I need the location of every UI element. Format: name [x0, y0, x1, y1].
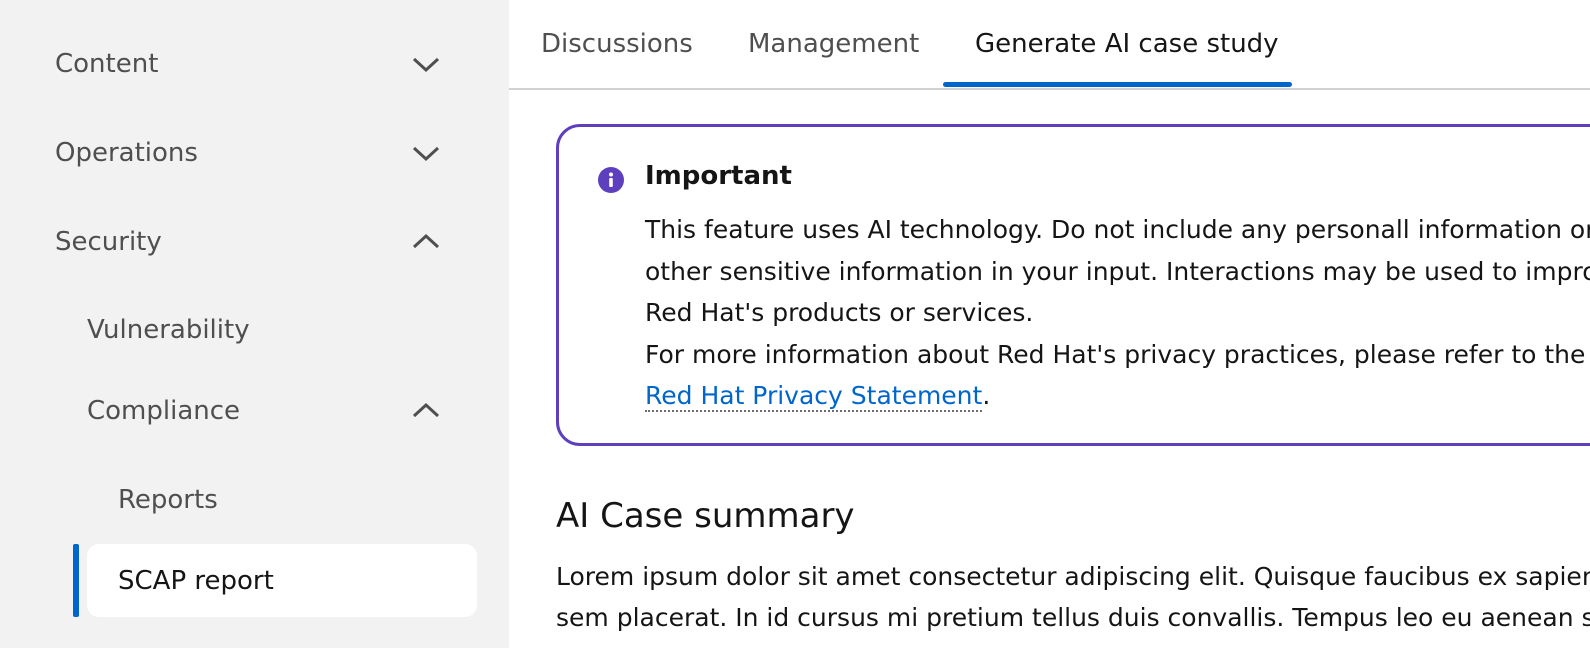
sidebar-item-operations[interactable]: Operations [0, 123, 509, 183]
sidebar-item-vulnerability[interactable]: Vulnerability [0, 300, 509, 360]
chevron-up-icon [410, 232, 442, 252]
alert-link-line: Red Hat Privacy Statement. [645, 375, 1590, 417]
tab-label: Generate AI case study [975, 29, 1279, 59]
sidebar-nav: Content Operations Security Vulnerabilit… [0, 0, 509, 648]
alert-link-suffix: . [982, 381, 991, 410]
privacy-statement-link[interactable]: Red Hat Privacy Statement [645, 381, 983, 412]
tab-bar: Discussions Management Generate AI case … [509, 0, 1590, 90]
sidebar-item-label: Compliance [87, 396, 241, 426]
sidebar-item-label: Reports [118, 485, 218, 515]
chevron-down-icon [410, 143, 442, 163]
chevron-up-icon [410, 401, 442, 421]
alert-text-line: Red Hat's products or services. [645, 298, 1034, 327]
sidebar-item-label: Security [55, 227, 162, 257]
sidebar-item-label: Content [55, 49, 159, 79]
current-item-indicator [73, 544, 79, 617]
sidebar-item-content[interactable]: Content [0, 34, 509, 94]
alert-body: This feature uses AI technology. Do not … [645, 209, 1590, 417]
sidebar-item-reports[interactable]: Reports [0, 470, 509, 530]
sidebar-item-scap-report[interactable] [87, 544, 477, 617]
sidebar-item-security[interactable]: Security [0, 212, 509, 272]
sidebar-item-compliance[interactable]: Compliance [0, 381, 509, 441]
section-title: AI Case summary [556, 496, 855, 536]
chevron-down-icon [410, 54, 442, 74]
important-alert: Important This feature uses AI technolog… [556, 124, 1590, 446]
main-content: Discussions Management Generate AI case … [509, 0, 1590, 648]
alert-text-line: other sensitive information in your inpu… [645, 256, 1590, 286]
info-circle-icon [598, 167, 624, 193]
alert-text-line: For more information about Red Hat's pri… [645, 339, 1586, 369]
tab-label: Management [748, 29, 920, 59]
sidebar-item-label: Vulnerability [87, 315, 250, 345]
sidebar-item-label: Operations [55, 138, 198, 168]
active-tab-indicator [943, 82, 1292, 87]
tab-label: Discussions [541, 29, 693, 59]
alert-title: Important [645, 161, 792, 191]
summary-text: Lorem ipsum dolor sit amet consectetur a… [556, 556, 1590, 638]
alert-text-line: This feature uses AI technology. Do not … [645, 215, 1590, 244]
summary-text-line: Lorem ipsum dolor sit amet consectetur a… [556, 562, 1590, 591]
summary-text-line: sem placerat. In id cursus mi pretium te… [556, 603, 1590, 632]
